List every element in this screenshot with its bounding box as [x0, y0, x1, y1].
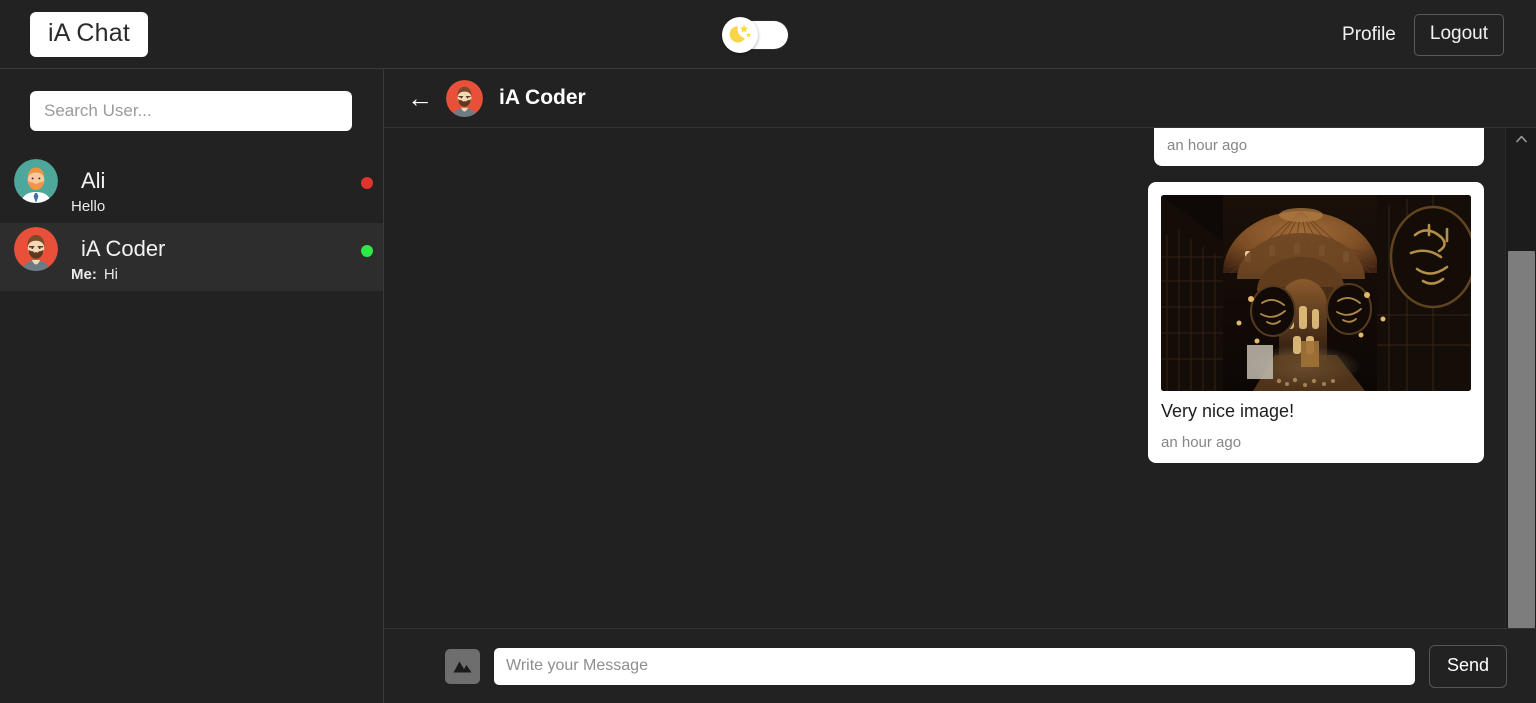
message-bubble-outgoing[interactable]: Very nice image! an hour ago	[1148, 181, 1484, 464]
message-text: Very nice image!	[1161, 400, 1295, 421]
sidebar: Ali Hello	[0, 69, 384, 703]
dark-mode-toggle[interactable]	[722, 17, 788, 53]
user-list: Ali Hello iA Coder Me: Hi	[0, 155, 383, 291]
user-name: iA Coder	[81, 236, 166, 261]
message-timestamp: an hour ago	[1161, 434, 1242, 452]
message-image-hagia-sophia[interactable]	[1161, 194, 1471, 391]
profile-link[interactable]: Profile	[1342, 24, 1396, 46]
back-arrow-icon[interactable]: ←	[406, 85, 434, 111]
chat-header: ← iA Coder	[384, 69, 1536, 128]
message-list-viewport[interactable]: Hi iA Coder an hour ago	[384, 128, 1536, 701]
moon-icon	[722, 17, 758, 53]
user-row-top: Ali	[14, 155, 383, 203]
chat-title: iA Coder	[499, 86, 586, 109]
message-bubble-outgoing[interactable]: Hi iA Coder an hour ago	[1154, 128, 1484, 166]
theme-toggle-wrapper	[722, 17, 788, 53]
user-row-top: iA Coder	[14, 223, 383, 271]
message-timestamp: an hour ago	[1167, 136, 1248, 154]
message-scrollbar[interactable]	[1505, 128, 1536, 701]
app-brand-logo[interactable]: iA Chat	[30, 11, 149, 57]
user-preview-text: Hi	[103, 266, 119, 283]
scroll-up-icon[interactable]	[1506, 128, 1536, 150]
message-row: Hi iA Coder an hour ago	[400, 128, 1484, 166]
message-list: Hi iA Coder an hour ago	[384, 128, 1505, 701]
image-icon	[452, 656, 473, 677]
nav-right-group: Profile Logout	[1342, 0, 1504, 69]
main-body: Ali Hello	[0, 69, 1536, 703]
user-list-item-ali[interactable]: Ali Hello	[0, 155, 383, 223]
status-dot-offline	[361, 177, 373, 189]
user-preview: Hello	[71, 198, 105, 215]
message-input[interactable]	[494, 647, 1415, 685]
avatar	[14, 159, 58, 203]
user-name: Ali	[81, 168, 106, 193]
search-wrapper	[0, 69, 383, 131]
message-row: Very nice image! an hour ago	[400, 181, 1484, 464]
chat-panel: ← iA Coder an hour ago Very nice image! …	[384, 69, 1536, 703]
search-user-input[interactable]	[30, 91, 352, 131]
user-list-item-ia-coder[interactable]: iA Coder Me: Hi	[0, 223, 383, 291]
send-button[interactable]: Send	[1428, 644, 1507, 688]
top-navbar: iA Chat Profile Logout	[0, 0, 1536, 69]
status-dot-online	[361, 245, 373, 257]
scrollbar-thumb[interactable]	[1508, 251, 1535, 628]
user-preview: Me: Hi	[71, 266, 118, 283]
message-composer: Send	[384, 628, 1536, 703]
logout-button[interactable]: Logout	[1413, 13, 1504, 56]
user-preview-text: Hello	[71, 198, 106, 215]
avatar	[14, 227, 58, 271]
user-preview-prefix: Me:	[71, 266, 97, 283]
avatar	[446, 79, 483, 117]
attach-image-button[interactable]	[445, 648, 480, 684]
